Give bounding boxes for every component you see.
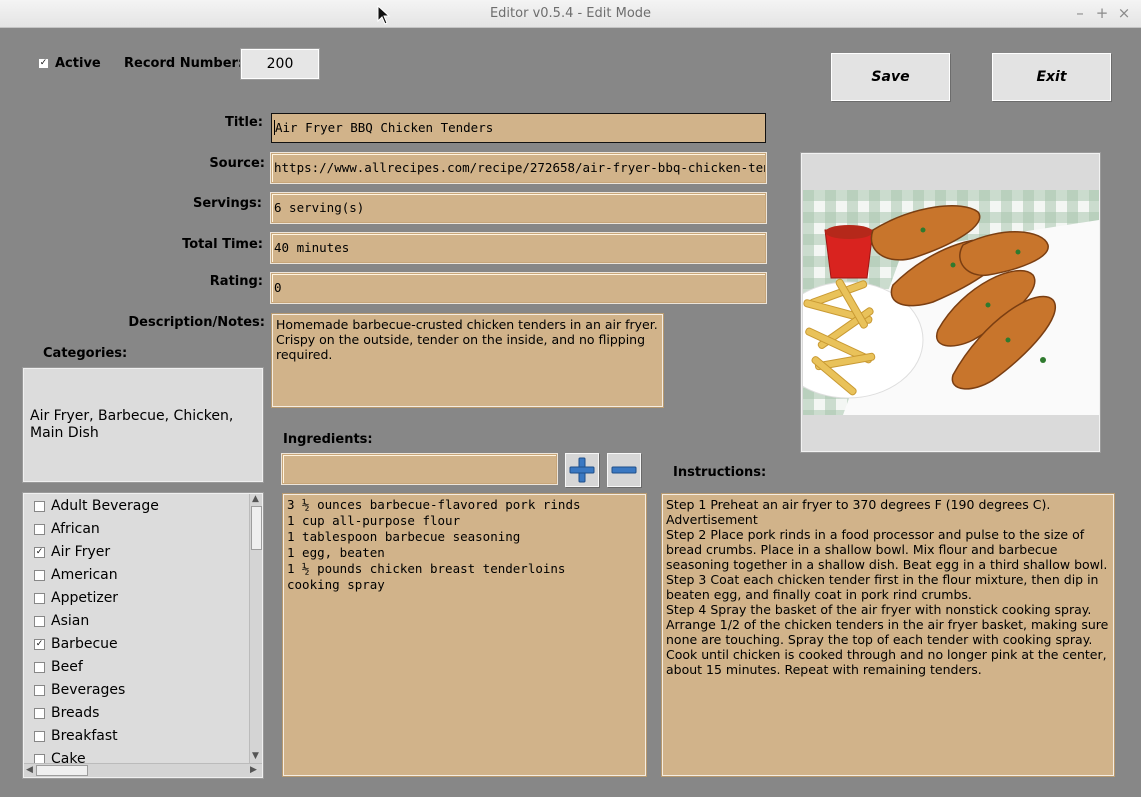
active-label: Active: [55, 56, 101, 71]
category-item-label: Appetizer: [51, 590, 119, 606]
ingredient-line: 1 ½ pounds chicken breast tenderloins: [287, 561, 566, 576]
category-vertical-scrollbar[interactable]: ▲ ▼: [249, 494, 262, 763]
categories-label: Categories:: [43, 346, 128, 361]
checkbox-icon[interactable]: [34, 523, 45, 535]
category-item[interactable]: African: [34, 518, 100, 541]
checkbox-icon[interactable]: [34, 592, 45, 604]
recipe-photo[interactable]: [803, 190, 1099, 415]
category-item[interactable]: Beverages: [34, 679, 125, 702]
category-item-label: Barbecue: [51, 636, 118, 652]
record-number-field[interactable]: 200: [240, 48, 320, 80]
maximize-button[interactable]: +: [1093, 4, 1111, 22]
scroll-down-arrow-icon[interactable]: ▼: [252, 751, 259, 761]
close-button[interactable]: ×: [1115, 4, 1133, 22]
category-item-label: African: [51, 521, 100, 537]
checkbox-icon[interactable]: [34, 569, 45, 581]
mouse-cursor-icon: [377, 5, 391, 25]
exit-button[interactable]: Exit: [992, 53, 1111, 101]
scroll-up-arrow-icon[interactable]: ▲: [252, 494, 259, 504]
scroll-left-arrow-icon[interactable]: ◀: [26, 765, 33, 775]
source-input[interactable]: https://www.allrecipes.com/recipe/272658…: [271, 153, 766, 183]
window-title: Editor v0.5.4 - Edit Mode: [489, 6, 652, 21]
checkbox-icon[interactable]: [34, 684, 45, 696]
category-item[interactable]: Beef: [34, 656, 83, 679]
active-checkbox[interactable]: ✓ Active: [38, 56, 101, 71]
category-item-label: Beef: [51, 659, 83, 675]
checked-checkbox-icon[interactable]: ✓: [34, 638, 45, 650]
ingredients-list[interactable]: 3 ½ ounces barbecue-flavored pork rinds 1…: [282, 493, 647, 777]
description-label: Description/Notes:: [128, 315, 265, 330]
category-item-label: Breads: [51, 705, 100, 721]
vertical-scroll-thumb[interactable]: [251, 506, 262, 550]
checkbox-icon[interactable]: [34, 707, 45, 719]
category-item-label: Beverages: [51, 682, 126, 698]
recipe-image-frame: [800, 152, 1101, 453]
title-value: Air Fryer BBQ Chicken Tenders: [275, 120, 494, 135]
minus-icon: [611, 466, 637, 474]
category-list[interactable]: Adult Beverage African ✓ Air Fryer American A…: [22, 492, 264, 779]
remove-ingredient-button[interactable]: [607, 453, 641, 487]
record-number-label: Record Number:: [124, 56, 244, 71]
horizontal-scroll-thumb[interactable]: [36, 765, 88, 776]
total-time-label: Total Time:: [182, 237, 263, 252]
category-item-label: American: [51, 567, 118, 583]
total-time-input[interactable]: 40 minutes: [271, 233, 766, 263]
checkbox-icon[interactable]: [34, 730, 45, 742]
source-label: Source:: [209, 156, 265, 171]
instructions-textarea[interactable]: Step 1 Preheat an air fryer to 370 degre…: [661, 493, 1115, 777]
category-item[interactable]: Asian: [34, 610, 89, 633]
add-ingredient-button[interactable]: [565, 453, 599, 487]
category-item[interactable]: ✓ Air Fryer: [34, 541, 110, 564]
ingredient-line: 1 tablespoon barbecue seasoning: [287, 529, 521, 544]
checkbox-icon[interactable]: [34, 615, 45, 627]
category-item[interactable]: Breakfast: [34, 725, 118, 748]
selected-categories-text: Air Fryer, Barbecue, Chicken, Main Dish: [30, 408, 234, 441]
ingredients-label: Ingredients:: [283, 432, 373, 447]
plus-icon: [569, 457, 595, 483]
active-check-mark: ✓: [38, 58, 49, 69]
save-button[interactable]: Save: [831, 53, 950, 101]
servings-label: Servings:: [192, 196, 262, 211]
rating-label: Rating:: [209, 274, 263, 289]
category-item[interactable]: Appetizer: [34, 587, 118, 610]
category-horizontal-scrollbar[interactable]: ◀ ▶: [24, 763, 262, 777]
category-item[interactable]: Adult Beverage: [34, 495, 159, 518]
category-item-label: Air Fryer: [51, 544, 111, 560]
ingredient-line: 1 egg, beaten: [287, 545, 385, 560]
rating-input[interactable]: 0: [271, 273, 766, 303]
instructions-label: Instructions:: [673, 465, 767, 480]
checkbox-icon[interactable]: [34, 661, 45, 673]
category-item[interactable]: ✓ Barbecue: [34, 633, 118, 656]
window-titlebar: Editor v0.5.4 - Edit Mode – + ×: [0, 0, 1141, 28]
checked-checkbox-icon[interactable]: ✓: [34, 546, 45, 558]
checkbox-icon[interactable]: [34, 500, 45, 512]
title-label: Title:: [224, 115, 263, 130]
category-item-label: Breakfast: [51, 728, 118, 744]
ingredient-line: 3 ½ ounces barbecue-flavored pork rinds: [287, 497, 581, 512]
title-input[interactable]: Air Fryer BBQ Chicken Tenders: [271, 113, 766, 143]
new-ingredient-input[interactable]: [282, 454, 557, 484]
category-item-label: Adult Beverage: [51, 498, 159, 514]
minimize-button[interactable]: –: [1071, 4, 1089, 22]
servings-input[interactable]: 6 serving(s): [271, 193, 766, 223]
selected-categories-display: Air Fryer, Barbecue, Chicken, Main Dish: [22, 367, 264, 483]
ingredient-items: 3 ½ ounces barbecue-flavored pork rinds 1…: [287, 497, 642, 593]
category-item[interactable]: Breads: [34, 702, 99, 725]
scroll-right-arrow-icon[interactable]: ▶: [250, 765, 257, 775]
ingredient-line: cooking spray: [287, 577, 385, 592]
category-item[interactable]: American: [34, 564, 118, 587]
description-textarea[interactable]: Homemade barbecue-crusted chicken tender…: [271, 313, 664, 408]
category-item-label: Asian: [51, 613, 90, 629]
ingredient-line: 1 cup all-purpose flour: [287, 513, 461, 528]
